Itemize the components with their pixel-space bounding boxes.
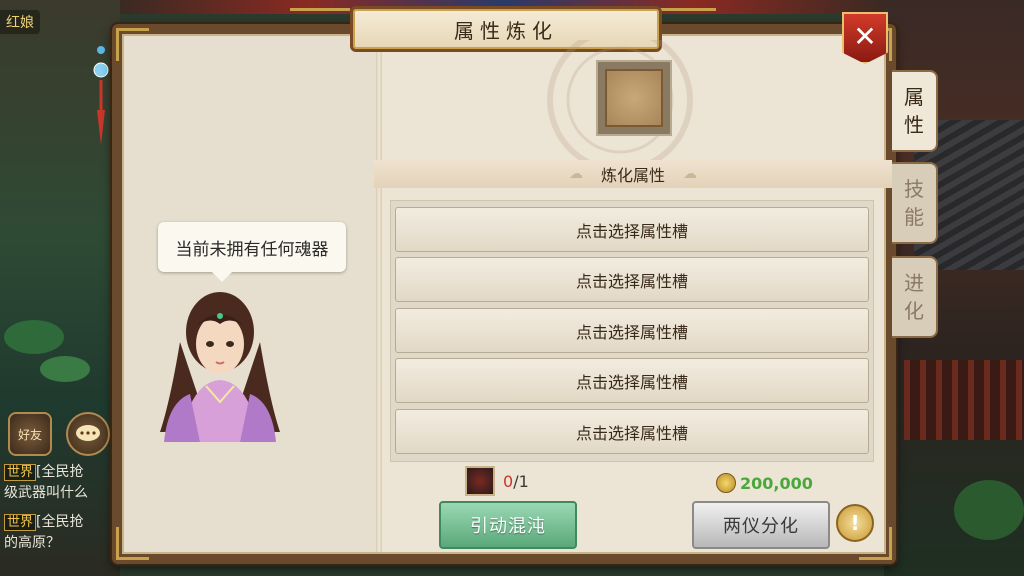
friends-label: 好友	[17, 427, 42, 442]
chat-bubble-icon[interactable]	[66, 412, 110, 456]
material-required: /1	[513, 472, 529, 491]
title-ornament	[290, 8, 350, 31]
tab-label-bottom: 化	[904, 299, 924, 323]
chat-channel-tag: 世界	[4, 464, 37, 481]
attribute-slot-button[interactable]: 点击选择属性槽	[395, 257, 869, 302]
tab-label-bottom: 性	[904, 113, 924, 137]
cloud-ornament-icon: ☁	[568, 166, 583, 182]
gold-coin-icon	[716, 473, 736, 493]
title-ornament	[656, 8, 716, 31]
exclamation-icon: !	[850, 511, 860, 535]
invoke-chaos-button[interactable]: 引动混沌	[439, 501, 577, 549]
tab-label-top: 进	[904, 271, 924, 295]
lotus-leaf	[4, 320, 64, 354]
soul-item-slot[interactable]	[596, 60, 672, 136]
npc-speech-bubble: 当前未拥有任何魂器	[158, 222, 346, 282]
tab-label-top: 技	[904, 177, 924, 201]
frame-corner	[116, 28, 149, 61]
empty-slot-frame	[605, 69, 663, 127]
attribute-slot-button[interactable]: 点击选择属性槽	[395, 308, 869, 353]
tab-attributes[interactable]: 属 性	[892, 70, 938, 152]
chat-text: [全民抢	[36, 514, 84, 530]
cost-amount: 200,000	[740, 474, 813, 493]
section-header: ☁ 炼化属性 ☁	[374, 160, 892, 188]
material-count: 0/1	[503, 472, 529, 491]
chat-text-continued: 级武器叫什么	[4, 485, 88, 501]
close-icon: ✕	[853, 20, 877, 53]
material-owned: 0	[503, 472, 514, 491]
tree-foliage	[954, 480, 1024, 540]
cloud-ornament-icon: ☁	[683, 166, 697, 182]
two-polarity-split-button[interactable]: 两仪分化	[692, 501, 830, 549]
attribute-slot-list: 点击选择属性槽 点击选择属性槽 点击选择属性槽 点击选择属性槽 点击选择属性槽	[390, 200, 874, 462]
tab-label-bottom: 能	[904, 205, 924, 229]
tab-evolve[interactable]: 进 化	[892, 256, 938, 338]
tab-skills[interactable]: 技 能	[892, 162, 938, 244]
chat-text-continued: 的高原？	[4, 535, 60, 551]
section-title: 炼化属性	[600, 166, 665, 185]
chat-line[interactable]: 世界 [全民抢 级武器叫什么	[4, 462, 110, 504]
hanging-charm-icon	[93, 46, 109, 145]
lotus-leaf	[40, 356, 90, 382]
red-railing	[904, 360, 1024, 440]
scene-bottom-strip	[120, 562, 884, 576]
attribute-slot-button[interactable]: 点击选择属性槽	[395, 207, 869, 252]
player-name-label: 红娘	[0, 10, 40, 34]
npc-maiden-portrait	[160, 292, 280, 442]
chat-line[interactable]: 世界 [全民抢 的高原？	[4, 512, 110, 554]
attribute-slot-button[interactable]: 点击选择属性槽	[395, 358, 869, 403]
friends-button[interactable]: 好友	[8, 412, 52, 456]
chat-text: [全民抢	[36, 464, 84, 480]
chaos-material-icon[interactable]	[465, 466, 495, 496]
chat-channel-tag: 世界	[4, 514, 37, 531]
attribute-slot-button[interactable]: 点击选择属性槽	[395, 409, 869, 454]
speech-bubble-icon	[76, 425, 100, 441]
help-button[interactable]: !	[836, 504, 874, 542]
tab-label-top: 属	[904, 85, 924, 109]
frame-corner	[116, 527, 149, 560]
